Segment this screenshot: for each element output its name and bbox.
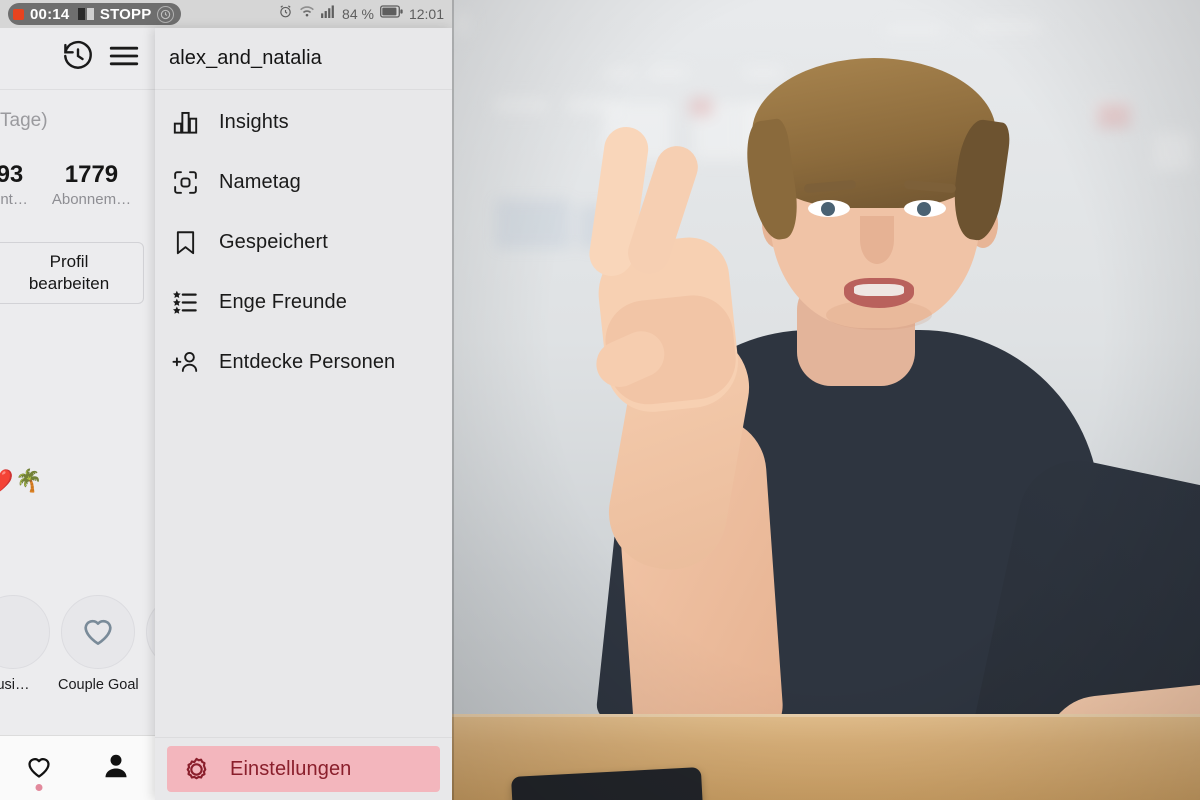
notification-dot — [35, 784, 43, 791]
menu-item-label: Nametag — [219, 170, 301, 193]
webcam-video-panel — [452, 0, 1200, 800]
bookmark-icon — [169, 226, 202, 259]
history-clock-icon[interactable] — [61, 39, 95, 78]
nose — [860, 216, 894, 264]
mouth — [844, 278, 914, 308]
left-pupil — [821, 202, 835, 216]
stat-label: ent… — [0, 191, 28, 209]
android-status-bar: 00:14 STOPP 84 % 12:01 — [0, 0, 452, 28]
bio-emoji-line: ❤️🌴 — [0, 468, 45, 493]
menu-item-label: Insights — [219, 110, 289, 133]
highlight-label: Couple Goal… — [58, 677, 138, 693]
screen-record-control-pill[interactable]: 00:14 STOPP — [8, 3, 182, 25]
signal-bars-icon — [321, 5, 336, 23]
highlight-cover — [61, 595, 135, 669]
nametag-scan-icon — [169, 166, 202, 199]
pause-icon[interactable] — [78, 8, 94, 20]
teeth — [854, 284, 904, 296]
record-dot-icon — [13, 8, 24, 20]
highlight-cover-icon — [0, 595, 50, 669]
menu-item-label: Entdecke Personen — [219, 350, 396, 373]
stat-label: Abonnem… — [51, 191, 132, 209]
battery-percent-label: 84 % — [342, 6, 374, 22]
settings-label: Einstellungen — [230, 757, 352, 780]
phone-screen-recording: 00:14 STOPP 84 % 12:01 Tage) 93 nt… 1779… — [0, 0, 452, 800]
stat-value: 93 — [0, 161, 24, 188]
heart-icon — [78, 610, 118, 655]
bottom-tab-bar — [0, 735, 155, 800]
presenter-figure — [452, 0, 1200, 800]
menu-item-insights[interactable]: Insights — [155, 92, 452, 152]
add-person-icon — [169, 346, 202, 379]
menu-footer: Einstellungen — [155, 737, 452, 800]
days-fragment-label: Tage) — [0, 110, 48, 131]
menu-header: alex_and_natalia — [155, 28, 452, 90]
screen-recording-composite: 00:14 STOPP 84 % 12:01 Tage) 93 nt… 1779… — [0, 0, 1200, 800]
right-eye — [904, 200, 946, 217]
gear-icon — [180, 753, 213, 786]
highlight-item[interactable]: usi… — [0, 595, 50, 693]
menu-item-nametag[interactable]: Nametag — [155, 152, 452, 212]
profile-side-menu: alex_and_natalia Insights Nametag Gespei… — [155, 28, 452, 800]
tab-profile[interactable] — [101, 751, 131, 786]
menu-item-list: Insights Nametag Gespeichert Enge Freund… — [155, 90, 452, 392]
menu-item-label: Enge Freunde — [219, 290, 347, 313]
desk-edge-highlight — [452, 714, 1200, 717]
clock-icon — [157, 5, 175, 23]
tab-activity[interactable] — [24, 751, 54, 791]
heart-icon — [24, 751, 54, 786]
panel-divider — [452, 0, 454, 800]
stat-value: 1779 — [64, 161, 119, 188]
left-hand-pointing — [586, 124, 743, 417]
profile-stats: 93 ent… 1779 Abonnem… — [0, 162, 152, 208]
hamburger-menu-icon[interactable] — [107, 39, 141, 78]
bar-chart-icon — [169, 106, 202, 139]
left-eye — [808, 200, 850, 217]
profile-column-clipped: Tage) 93 ent… 1779 Abonnem… Profil bearb… — [0, 90, 155, 735]
menu-item-close-friends[interactable]: Enge Freunde — [155, 272, 452, 332]
alarm-clock-icon — [278, 4, 293, 24]
stat-subscribers[interactable]: 1779 Abonnem… — [52, 162, 131, 208]
menu-item-discover-people[interactable]: Entdecke Personen — [155, 332, 452, 392]
clock-time-label: 12:01 — [408, 6, 444, 22]
edit-profile-button[interactable]: Profil bearbeiten — [0, 242, 144, 304]
highlight-item[interactable]: Cy — [146, 595, 155, 693]
wifi-icon — [299, 5, 315, 23]
menu-item-saved[interactable]: Gespeichert — [155, 212, 452, 272]
highlight-item[interactable]: Couple Goal… — [58, 595, 138, 693]
recording-timer: 00:14 — [30, 5, 70, 23]
right-pupil — [917, 202, 931, 216]
story-highlights-row: usi… Couple Goal… Cy — [0, 595, 155, 693]
close-friends-star-list-icon — [169, 286, 202, 319]
menu-username-label: alex_and_natalia — [169, 47, 322, 69]
highlight-cover-icon — [146, 595, 155, 669]
battery-icon — [379, 5, 403, 23]
status-indicators: 84 % 12:01 — [278, 4, 444, 24]
settings-button[interactable]: Einstellungen — [167, 746, 440, 792]
highlight-label: usi… — [0, 677, 30, 693]
menu-item-label: Gespeichert — [219, 230, 328, 253]
profile-top-bar — [0, 28, 155, 90]
stat-followers-partial[interactable]: 93 ent… — [0, 162, 28, 208]
stop-recording-label[interactable]: STOPP — [100, 6, 152, 23]
person-filled-icon — [101, 751, 131, 786]
